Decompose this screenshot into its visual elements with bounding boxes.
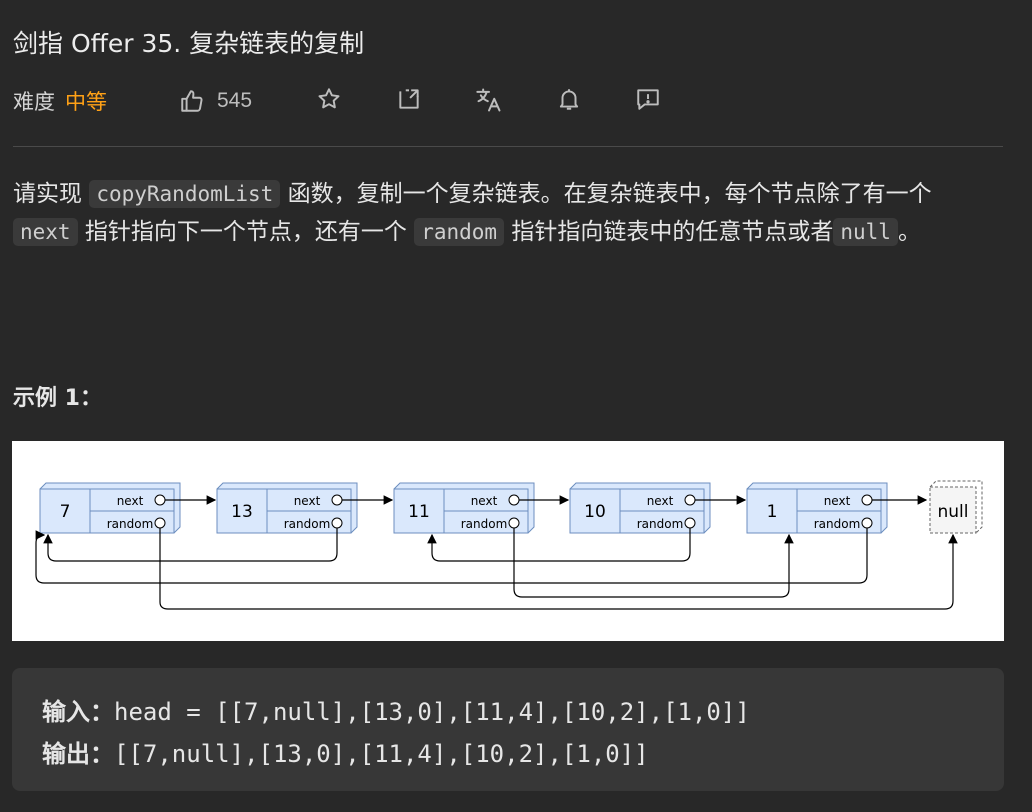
linked-list-diagram: 7 next random 13 next random 11 next random 10 nex… xyxy=(35,480,983,610)
feedback-icon[interactable] xyxy=(635,86,661,112)
null-label: null xyxy=(938,502,969,522)
node-value: 11 xyxy=(408,502,430,522)
random-label: random xyxy=(284,517,331,531)
desc-text: 指针指向链表中的任意节点或者 xyxy=(511,219,834,245)
random-label: random xyxy=(461,517,508,531)
null-node: null xyxy=(929,480,983,534)
like-button[interactable]: 545 xyxy=(179,88,252,114)
problem-description: 请实现 copyRandomList 函数，复制一个复杂链表。在复杂链表中，每个… xyxy=(13,175,1003,251)
thumbs-up-icon xyxy=(179,88,205,114)
problem-title: 剑指 Offer 35. 复杂链表的复制 xyxy=(13,29,365,58)
desc-text: 指针指向下一个节点，还有一个 xyxy=(84,219,407,245)
inline-code: random xyxy=(414,218,505,246)
inline-code: copyRandomList xyxy=(89,180,281,208)
difficulty-label: 难度 xyxy=(13,90,55,114)
node-value: 7 xyxy=(60,502,71,522)
next-label: next xyxy=(824,494,851,508)
node-value: 13 xyxy=(231,502,253,522)
example-output-line: 输出：[[7,null],[13,0],[11,4],[10,2],[1,0]] xyxy=(42,734,649,769)
random-label: random xyxy=(637,517,684,531)
next-label: next xyxy=(471,494,498,508)
list-node: 10 next random xyxy=(569,482,711,534)
list-node: 13 next random xyxy=(216,482,358,534)
example-heading: 示例 1： xyxy=(13,386,102,411)
star-icon[interactable] xyxy=(316,86,342,112)
input-value: head = [[7,null],[13,0],[11,4],[10,2],[1… xyxy=(114,698,750,726)
random-label: random xyxy=(107,517,154,531)
problem-meta-bar: 难度 中等 545 xyxy=(13,84,1003,118)
divider xyxy=(13,146,1003,147)
inline-code: next xyxy=(13,218,78,246)
next-label: next xyxy=(647,494,674,508)
random-arrow xyxy=(35,528,868,584)
bell-icon[interactable] xyxy=(556,86,582,112)
list-node: 1 next random xyxy=(746,482,888,534)
translate-icon[interactable] xyxy=(475,86,503,114)
share-icon[interactable] xyxy=(396,86,422,112)
list-node: 11 next random xyxy=(393,482,535,534)
random-label: random xyxy=(814,517,861,531)
desc-text: 函数，复制一个复杂链表。在复杂链表中，每个节点除了有一个 xyxy=(287,181,932,207)
input-label: 输入： xyxy=(42,698,114,726)
like-count: 545 xyxy=(217,89,253,112)
list-node: 7 next random xyxy=(39,482,181,534)
inline-code: null xyxy=(833,218,898,246)
node-value: 10 xyxy=(584,502,606,522)
example-input-line: 输入：head = [[7,null],[13,0],[11,4],[10,2]… xyxy=(42,692,750,727)
desc-text: 。 xyxy=(897,219,921,245)
example-diagram: 7 next random 13 next random 11 next random 10 nex… xyxy=(12,441,1004,641)
difficulty-badge: 中等 xyxy=(65,90,107,114)
output-label: 输出： xyxy=(42,740,114,768)
output-value: [[7,null],[13,0],[11,4],[10,2],[1,0]] xyxy=(114,740,649,768)
next-label: next xyxy=(117,494,144,508)
node-value: 1 xyxy=(767,502,778,522)
next-label: next xyxy=(294,494,321,508)
example-code-block: 输入：head = [[7,null],[13,0],[11,4],[10,2]… xyxy=(12,668,1004,791)
random-arrow xyxy=(513,528,794,598)
desc-text: 请实现 xyxy=(13,181,82,207)
